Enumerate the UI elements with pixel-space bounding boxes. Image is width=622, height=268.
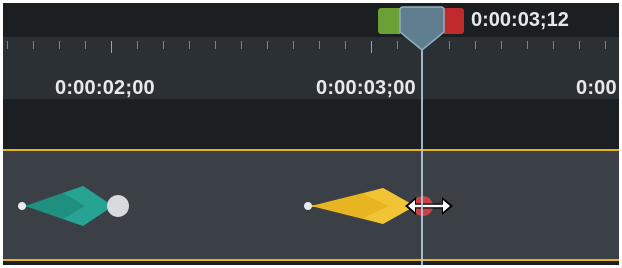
playhead-handle[interactable] [398, 6, 446, 52]
animation-arrows [18, 186, 453, 226]
playhead-in-handle[interactable] [378, 8, 400, 34]
animation-1-end-point[interactable] [107, 195, 129, 217]
animation-2-start-point[interactable] [304, 202, 312, 210]
animation-1-arrow[interactable] [18, 186, 129, 226]
timeline-panel: 0:00:02;00 0:00:03;00 0:00 0:00:03;12 [3, 3, 619, 265]
playhead-out-handle[interactable] [444, 8, 464, 34]
playhead-time-readout: 0:00:03;12 [471, 9, 569, 31]
animation-1-start-point[interactable] [18, 202, 26, 210]
playhead-line [421, 43, 423, 265]
